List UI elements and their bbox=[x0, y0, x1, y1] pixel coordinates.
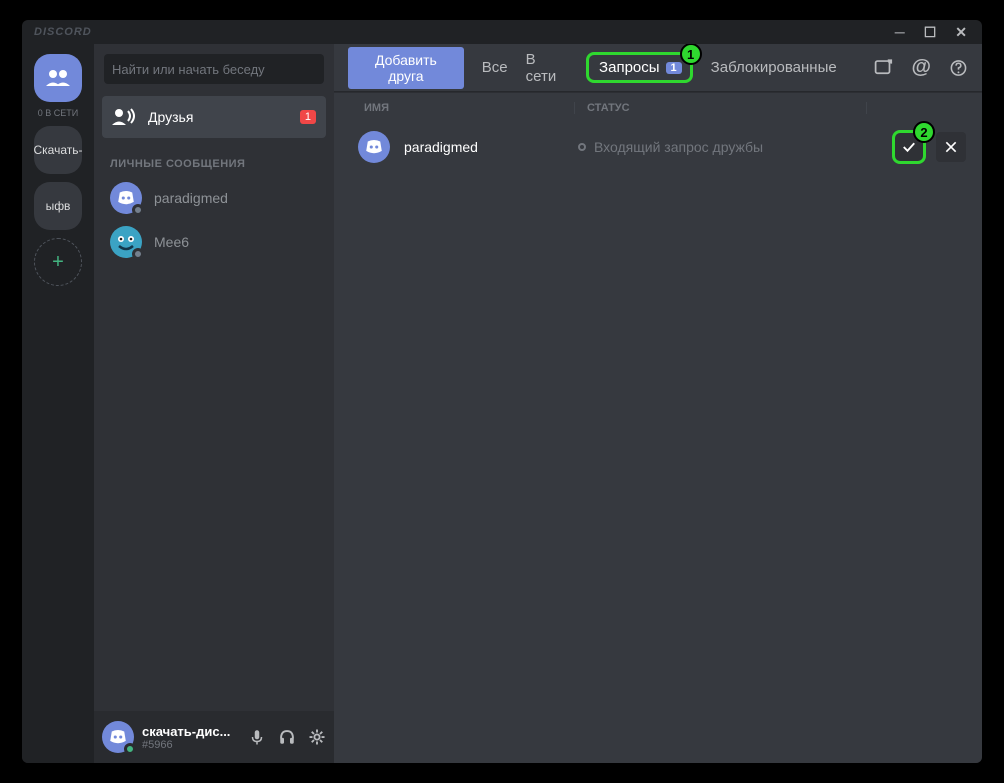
window-controls: ─ ☐ ✕ bbox=[895, 24, 974, 41]
guild-list: 0 В СЕТИ Скачать- ыфв + bbox=[22, 44, 94, 763]
dm-name: Mee6 bbox=[154, 234, 189, 250]
column-headers: ИМЯ СТАТУС bbox=[334, 92, 982, 120]
close-button[interactable]: ✕ bbox=[955, 24, 968, 41]
column-name-header: ИМЯ bbox=[364, 102, 574, 114]
content-area: Добавить друга Все В сети Запросы 1 1 За… bbox=[334, 44, 982, 763]
dm-section-header: ЛИЧНЫЕ СООБЩЕНИЯ bbox=[94, 140, 334, 176]
app-window: DISCORD ─ ☐ ✕ 0 В СЕТИ Скачать- ыфв + Н bbox=[22, 20, 982, 763]
add-friend-button[interactable]: Добавить друга bbox=[348, 47, 464, 89]
annotation-1: 1 bbox=[680, 44, 702, 65]
discord-logo-icon bbox=[364, 140, 384, 154]
tab-blocked[interactable]: Заблокированные bbox=[711, 59, 837, 76]
plus-icon: + bbox=[52, 251, 64, 274]
discord-logo-icon bbox=[116, 191, 136, 205]
checkmark-icon bbox=[900, 138, 918, 156]
app-title: DISCORD bbox=[30, 26, 895, 38]
user-panel: скачать-дис... #5966 bbox=[94, 711, 334, 763]
dm-search-input[interactable]: Найти или начать беседу bbox=[104, 54, 324, 84]
mic-icon[interactable] bbox=[248, 728, 266, 746]
tab-requests-label: Запросы bbox=[599, 59, 660, 76]
person-wave-icon bbox=[112, 108, 136, 126]
request-username: paradigmed bbox=[404, 139, 564, 155]
online-count-label: 0 В СЕТИ bbox=[38, 108, 78, 118]
user-info[interactable]: скачать-дис... #5966 bbox=[142, 724, 240, 751]
tab-requests[interactable]: Запросы 1 1 bbox=[586, 52, 693, 83]
user-name: скачать-дис... bbox=[142, 724, 240, 739]
x-icon bbox=[943, 139, 959, 155]
friends-badge: 1 bbox=[300, 110, 316, 124]
guild-server-1[interactable]: Скачать- bbox=[34, 126, 82, 174]
user-tag: #5966 bbox=[142, 739, 240, 751]
mentions-icon[interactable]: @ bbox=[912, 56, 932, 79]
friends-icon bbox=[44, 68, 72, 88]
app-body: 0 В СЕТИ Скачать- ыфв + Найти или начать… bbox=[22, 44, 982, 763]
dm-name: paradigmed bbox=[154, 190, 228, 206]
home-button[interactable] bbox=[34, 54, 82, 102]
user-avatar[interactable] bbox=[102, 721, 134, 753]
tab-online[interactable]: В сети bbox=[526, 51, 568, 85]
friend-request-row: paradigmed Входящий запрос дружбы 2 bbox=[334, 120, 982, 174]
guild-server-2[interactable]: ыфв bbox=[34, 182, 82, 230]
channels-sidebar: Найти или начать беседу Друзья 1 ЛИЧНЫЕ … bbox=[94, 44, 334, 763]
annotation-2: 2 bbox=[913, 121, 935, 143]
add-server-button[interactable]: + bbox=[34, 238, 82, 286]
request-status: Входящий запрос дружбы bbox=[578, 139, 878, 155]
minimize-button[interactable]: ─ bbox=[895, 24, 906, 41]
tab-all[interactable]: Все bbox=[482, 59, 508, 76]
search-placeholder: Найти или начать беседу bbox=[112, 62, 265, 77]
friends-label: Друзья bbox=[148, 109, 193, 125]
avatar bbox=[110, 182, 142, 214]
column-status-header: СТАТУС bbox=[574, 102, 866, 114]
friends-tab[interactable]: Друзья 1 bbox=[102, 96, 326, 138]
request-status-text: Входящий запрос дружбы bbox=[594, 139, 763, 155]
accept-request-button[interactable]: 2 bbox=[892, 130, 926, 164]
maximize-button[interactable]: ☐ bbox=[924, 24, 938, 41]
user-controls bbox=[248, 728, 326, 746]
decline-request-button[interactable] bbox=[936, 132, 966, 162]
status-offline-icon bbox=[132, 248, 144, 260]
status-offline-icon bbox=[132, 204, 144, 216]
status-circle-icon bbox=[578, 143, 586, 151]
request-avatar bbox=[358, 131, 390, 163]
titlebar: DISCORD ─ ☐ ✕ bbox=[22, 20, 982, 44]
help-icon[interactable] bbox=[949, 58, 968, 78]
avatar bbox=[110, 226, 142, 258]
gear-icon[interactable] bbox=[308, 728, 326, 746]
content-header: Добавить друга Все В сети Запросы 1 1 За… bbox=[334, 44, 982, 92]
request-actions: 2 bbox=[892, 130, 966, 164]
new-group-dm-icon[interactable] bbox=[873, 57, 894, 79]
dm-item-mee6[interactable]: Mee6 bbox=[102, 221, 326, 263]
discord-logo-icon bbox=[108, 730, 128, 744]
requests-count-badge: 1 bbox=[666, 62, 682, 74]
status-online-icon bbox=[124, 743, 136, 755]
dm-item-paradigmed[interactable]: paradigmed bbox=[102, 177, 326, 219]
headphones-icon[interactable] bbox=[278, 728, 296, 746]
